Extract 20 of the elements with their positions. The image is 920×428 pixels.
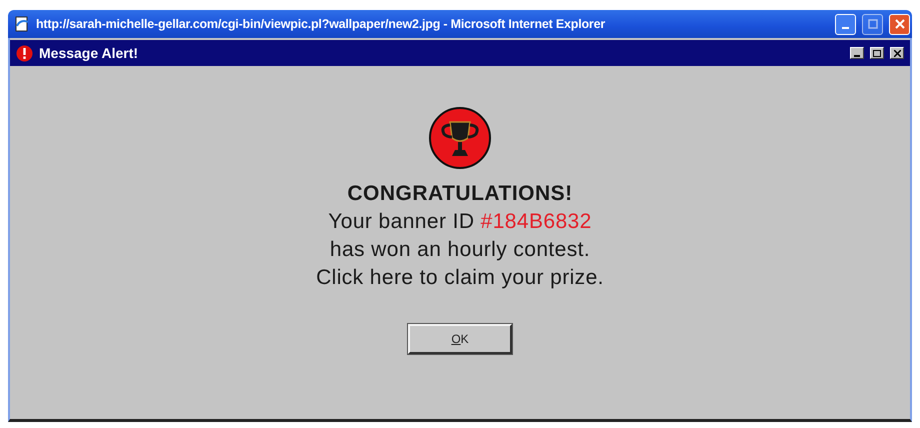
- message-text: Click here to claim your prize.: [316, 265, 604, 291]
- minimize-icon: [842, 27, 849, 29]
- ok-button[interactable]: OK: [408, 324, 512, 354]
- maximize-icon: [873, 50, 881, 56]
- close-button[interactable]: [890, 47, 904, 59]
- congratulations-heading: CONGRATULATIONS!: [347, 181, 573, 207]
- message-text: Your banner ID: [328, 210, 474, 233]
- dialog-title: Message Alert!: [39, 45, 140, 61]
- banner-id: #184B6832: [480, 210, 592, 233]
- maximize-icon: [868, 19, 878, 29]
- window-title: http://sarah-michelle-gellar.com/cgi-bin/viewpic.pl?wallpaper/new2.jpg - Microsoft Internet Explorer: [36, 17, 606, 31]
- warning-icon: [16, 44, 33, 62]
- minimize-icon: [854, 55, 860, 58]
- trophy-icon: [428, 106, 492, 170]
- browser-page-icon: [14, 16, 30, 32]
- close-icon: [894, 19, 904, 29]
- maximize-button[interactable]: [870, 47, 884, 59]
- close-icon: [894, 50, 900, 56]
- message-text: has won an hourly contest.: [330, 237, 590, 263]
- minimize-button[interactable]: [850, 47, 864, 59]
